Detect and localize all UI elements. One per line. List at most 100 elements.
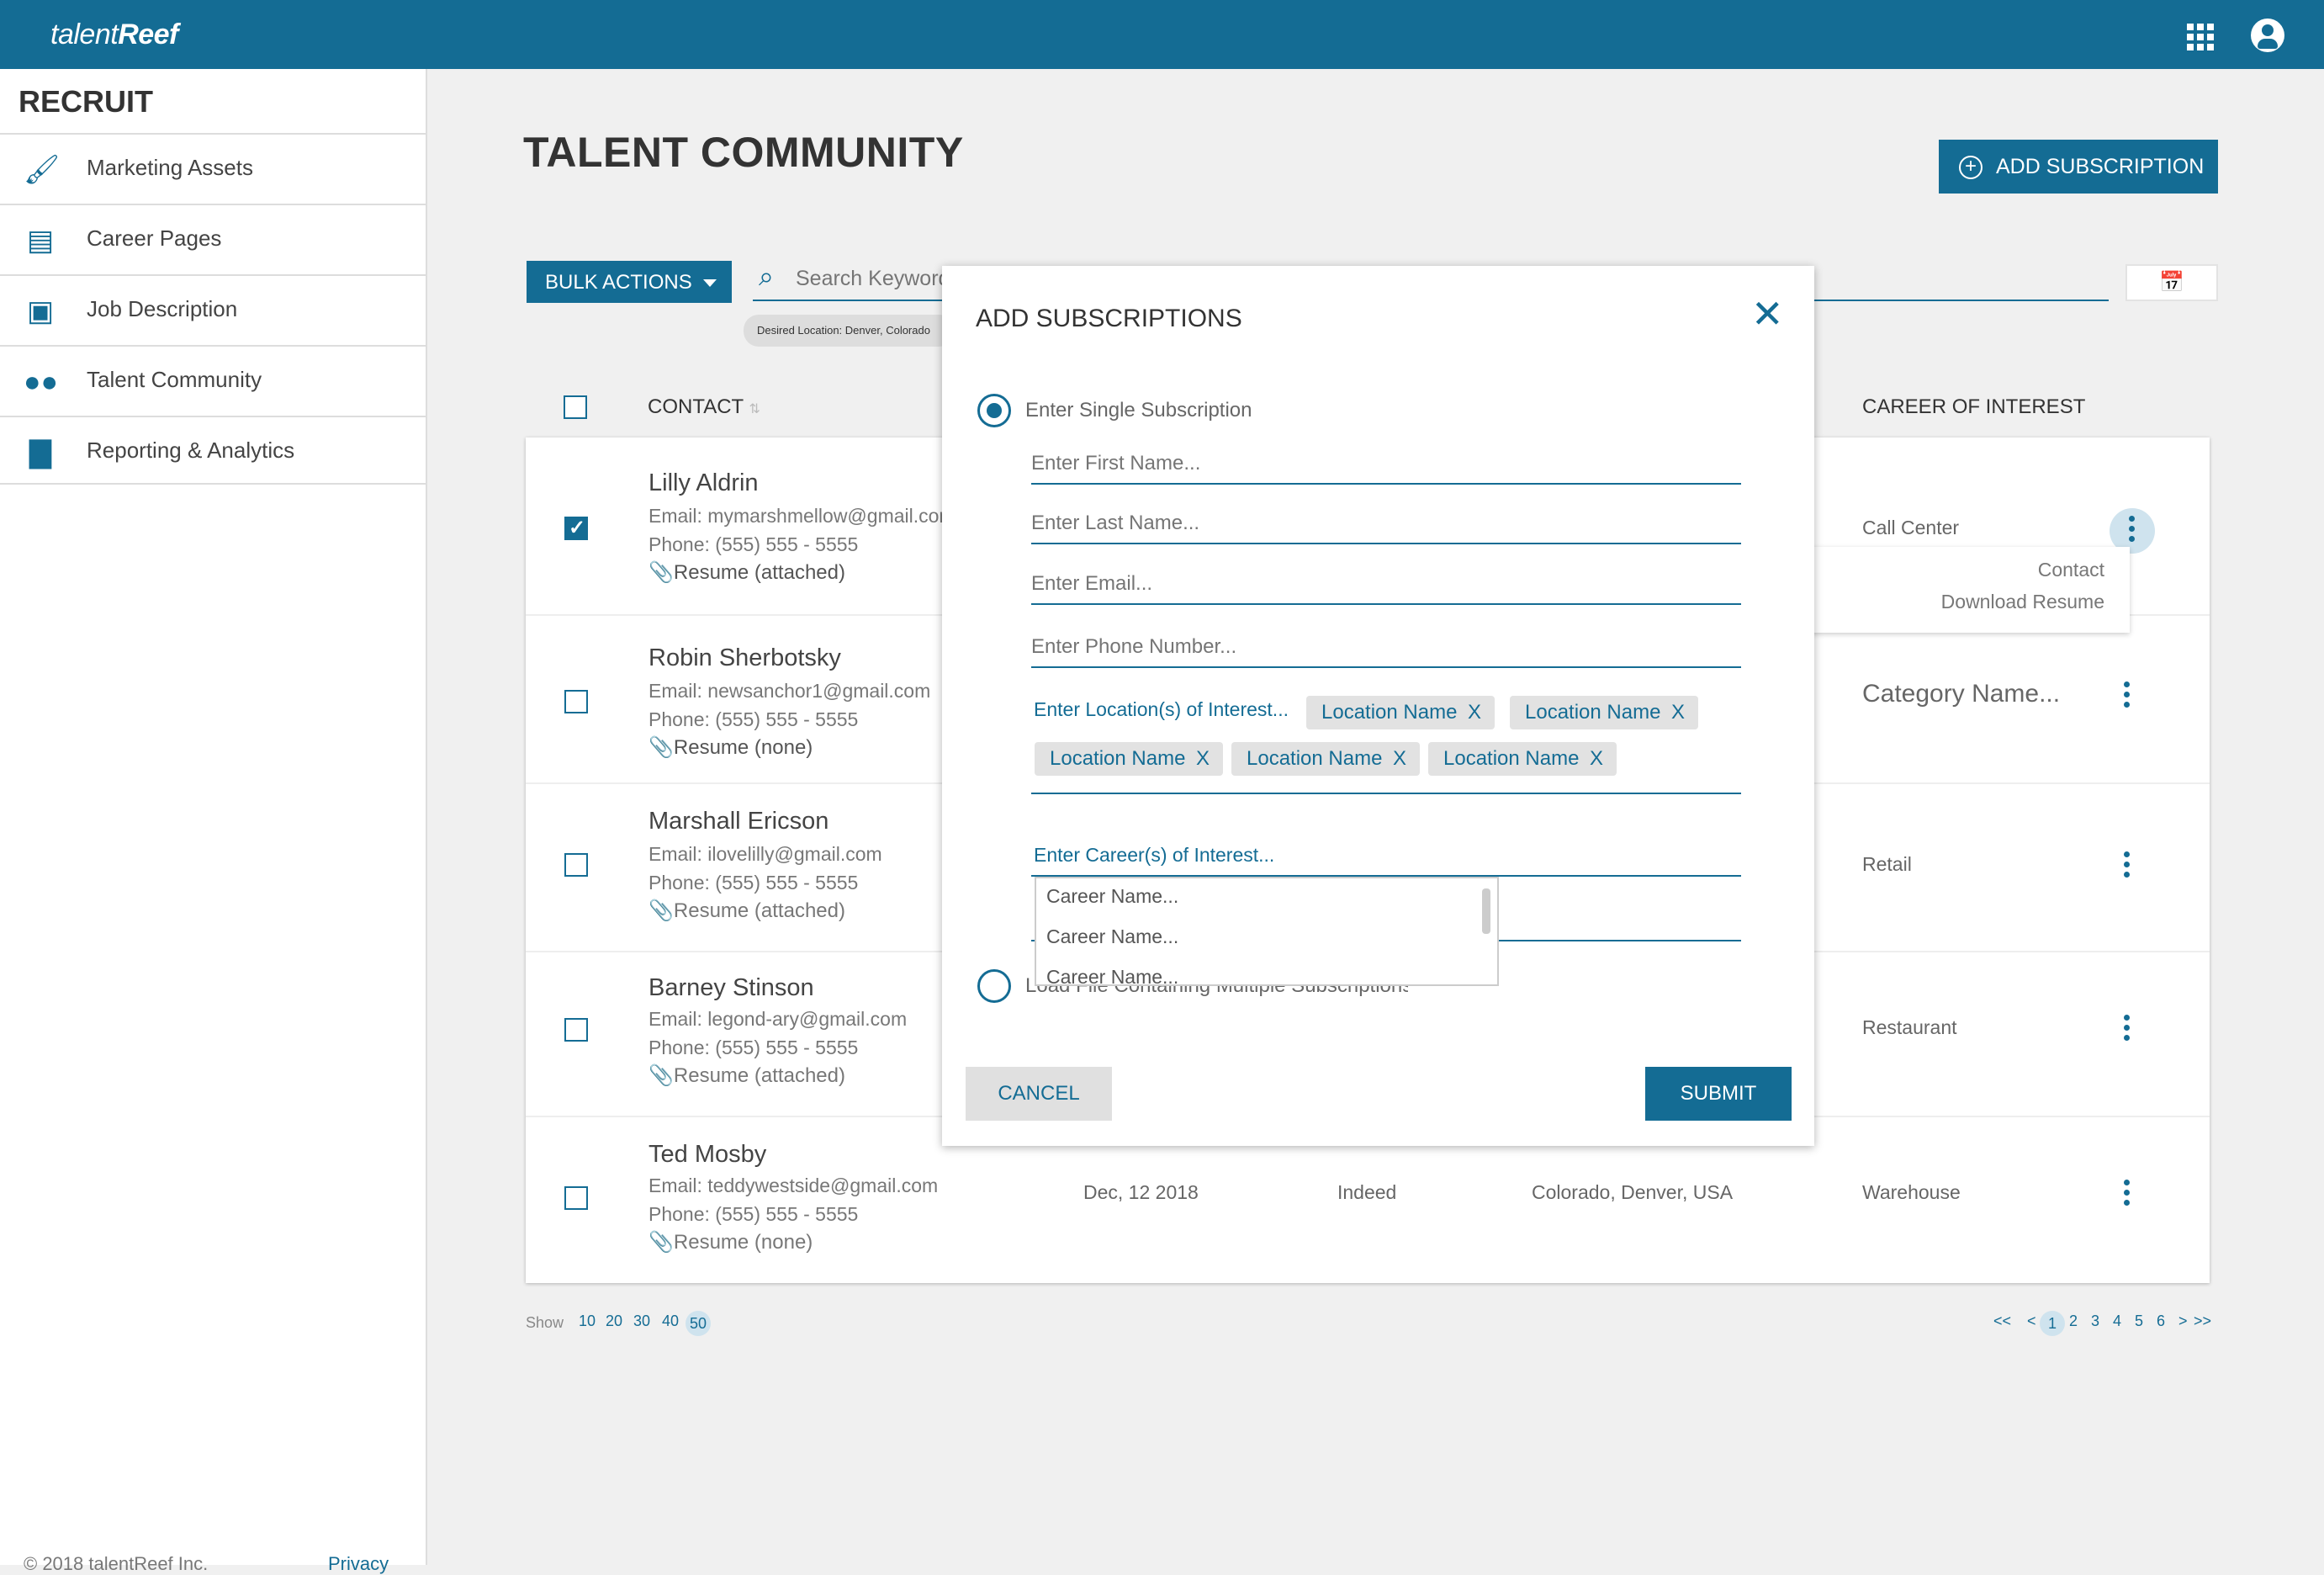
last-name-field[interactable]	[1031, 509, 1741, 538]
row-checkbox[interactable]	[564, 853, 588, 877]
contact-name: Ted Mosby	[648, 1141, 767, 1168]
row-checkbox[interactable]	[564, 690, 588, 713]
filter-chip[interactable]: Desired Location: Denver, Colorado	[744, 315, 954, 347]
sidebar-item-job-description[interactable]: ▣ Job Description	[0, 274, 427, 343]
first-name-field[interactable]	[1031, 449, 1741, 478]
career-option[interactable]: Career Name...	[1046, 885, 1178, 908]
page-4[interactable]: 4	[2113, 1312, 2121, 1330]
menu-item-download-resume[interactable]: Download Resume	[1941, 591, 2104, 613]
calendar-icon[interactable]: 📅	[2125, 264, 2218, 301]
submit-button[interactable]: SUBMIT	[1645, 1067, 1792, 1121]
row-menu-icon[interactable]	[2120, 680, 2133, 713]
page-2[interactable]: 2	[2069, 1312, 2078, 1330]
resume-link[interactable]: 📎Resume (attached)	[648, 560, 845, 585]
modal-title: ADD SUBSCRIPTIONS	[976, 305, 1242, 332]
career-column-header: CAREER OF INTEREST	[1862, 395, 2086, 418]
phone-field[interactable]	[1031, 633, 1741, 661]
careers-field[interactable]: Enter Career(s) of Interest...	[1034, 844, 1274, 867]
locations-underline	[1031, 793, 1741, 794]
sidebar-item-career-pages[interactable]: ▤ Career Pages	[0, 204, 427, 273]
remove-tag-icon[interactable]: X	[1590, 742, 1603, 776]
page-size-30[interactable]: 30	[633, 1312, 650, 1330]
location-tag: Location Name X	[1231, 742, 1420, 776]
paperclip-icon: 📎	[648, 1231, 674, 1254]
resume-link[interactable]: 📎Resume (none)	[648, 1230, 813, 1254]
first-name-underline	[1031, 483, 1741, 485]
sidebar-item-label: Marketing Assets	[87, 155, 253, 180]
sidebar-item-reporting-analytics[interactable]: ▇ Reporting & Analytics	[0, 416, 427, 485]
sidebar-item-label: Job Description	[87, 296, 238, 321]
privacy-link[interactable]: Privacy	[328, 1553, 389, 1575]
career-of-interest: Call Center	[1862, 517, 1960, 538]
page-1[interactable]: 1	[2040, 1311, 2065, 1336]
bar-chart-icon: ▇	[29, 437, 52, 469]
search-icon: ⌕	[759, 261, 774, 291]
top-bar	[0, 0, 2324, 69]
file-subscription-radio[interactable]	[977, 969, 1011, 1003]
sidebar-item-marketing-assets[interactable]: 🖌 Marketing Assets	[0, 133, 427, 202]
contact-email: Email: newsanchor1@gmail.com	[648, 680, 931, 702]
add-subscription-button[interactable]: + ADD SUBSCRIPTION	[1939, 140, 2218, 194]
contact-email: Email: ilovelilly@gmail.com	[648, 843, 882, 865]
page-6[interactable]: 6	[2157, 1312, 2165, 1330]
career-option[interactable]: Career Name...	[1046, 925, 1178, 948]
row-menu-icon[interactable]	[2120, 850, 2133, 883]
apps-grid-icon[interactable]	[2187, 24, 2214, 50]
paperclip-icon: 📎	[648, 561, 674, 584]
page-size-20[interactable]: 20	[606, 1312, 622, 1330]
contact-phone: Phone: (555) 555 - 5555	[648, 708, 859, 730]
close-icon[interactable]: ✕	[1751, 294, 1784, 333]
page-3[interactable]: 3	[2091, 1312, 2099, 1330]
sidebar-item-label: Reporting & Analytics	[87, 438, 295, 463]
page-size-40[interactable]: 40	[662, 1312, 679, 1330]
last-page-button[interactable]: >>	[2194, 1312, 2211, 1330]
email-underline	[1031, 603, 1741, 605]
bulk-actions-button[interactable]: BULK ACTIONS	[527, 261, 732, 303]
sidebar-item-talent-community[interactable]: ●● Talent Community	[0, 345, 427, 414]
add-subscription-label: ADD SUBSCRIPTION	[1996, 155, 2205, 178]
page-size-50[interactable]: 50	[686, 1311, 711, 1336]
row-context-menu: Contact Download Resume	[1808, 547, 2130, 633]
remove-tag-icon[interactable]: X	[1196, 742, 1210, 776]
contact-email: Email: teddywestside@gmail.com	[648, 1175, 939, 1196]
plus-circle-icon: +	[1959, 156, 1983, 179]
row-checkbox[interactable]	[564, 1186, 588, 1210]
next-page-button[interactable]: >	[2178, 1312, 2188, 1330]
page-size-label: Show	[526, 1314, 564, 1331]
remove-tag-icon[interactable]: X	[1671, 696, 1685, 729]
dropdown-scrollbar[interactable]	[1482, 888, 1490, 934]
row-checkbox[interactable]	[564, 516, 588, 540]
source: Indeed	[1337, 1181, 1397, 1203]
contact-name: Robin Sherbotsky	[648, 644, 841, 671]
select-all-checkbox[interactable]	[564, 395, 587, 419]
menu-item-contact[interactable]: Contact	[2038, 559, 2104, 581]
remove-tag-icon[interactable]: X	[1393, 742, 1406, 776]
locations-field[interactable]: Enter Location(s) of Interest...	[1034, 698, 1289, 721]
row-checkbox[interactable]	[564, 1018, 588, 1042]
talentreef-logo[interactable]: talentReef	[50, 19, 178, 51]
single-subscription-radio[interactable]	[977, 394, 1011, 427]
remove-tag-icon[interactable]: X	[1468, 696, 1481, 729]
resume-link[interactable]: 📎Resume (none)	[648, 735, 813, 760]
email-field[interactable]	[1031, 570, 1741, 598]
cancel-button[interactable]: CANCEL	[966, 1067, 1112, 1121]
row-menu-icon[interactable]	[2120, 1013, 2133, 1047]
resume-link[interactable]: 📎Resume (attached)	[648, 1063, 845, 1088]
resume-link[interactable]: 📎Resume (attached)	[648, 899, 845, 923]
page-5[interactable]: 5	[2135, 1312, 2143, 1330]
career-option[interactable]: Career Name...	[1046, 966, 1178, 986]
prev-page-button[interactable]: <	[2027, 1312, 2036, 1330]
contact-column-header[interactable]: CONTACT ⇅	[648, 395, 760, 419]
page-size-10[interactable]: 10	[579, 1312, 596, 1330]
contact-phone: Phone: (555) 555 - 5555	[648, 1037, 859, 1058]
paint-roller-icon: 🖌	[24, 154, 61, 186]
account-icon[interactable]	[2251, 19, 2284, 52]
caret-down-icon	[703, 279, 717, 287]
first-page-button[interactable]: <<	[1993, 1312, 2011, 1330]
contact-phone: Phone: (555) 555 - 5555	[648, 533, 859, 555]
sidebar-item-label: Talent Community	[87, 367, 262, 392]
paperclip-icon: 📎	[648, 736, 674, 759]
sidebar-title: RECRUIT	[19, 84, 153, 119]
contact-phone: Phone: (555) 555 - 5555	[648, 1203, 859, 1225]
row-menu-icon[interactable]	[2120, 1178, 2133, 1212]
